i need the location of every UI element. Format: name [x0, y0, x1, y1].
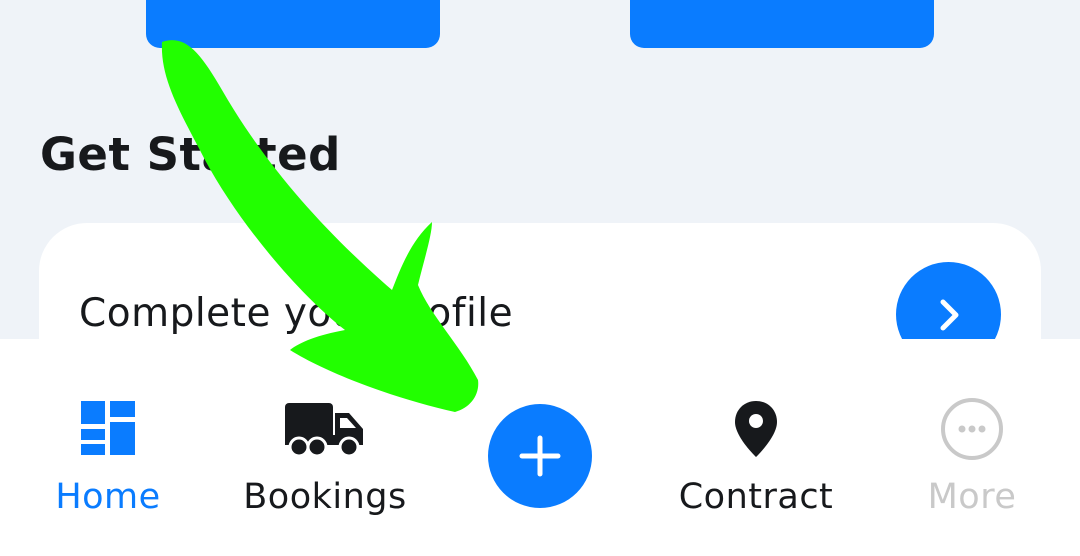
tab-contract-label: Contract: [678, 477, 834, 517]
tab-home[interactable]: Home: [28, 339, 188, 539]
quick-action-button-left[interactable]: [146, 0, 440, 48]
tab-bookings-label: Bookings: [243, 477, 407, 517]
tab-more[interactable]: More: [910, 339, 1034, 539]
app-screen: Get Started Complete your profile Home B…: [0, 0, 1080, 556]
section-title: Get Started: [40, 128, 341, 181]
tab-bookings[interactable]: Bookings: [230, 339, 420, 539]
add-button[interactable]: [488, 404, 592, 508]
tab-home-label: Home: [55, 477, 161, 517]
plus-icon: [519, 435, 561, 477]
quick-action-button-right[interactable]: [630, 0, 934, 48]
more-icon: [941, 398, 1003, 460]
map-pin-icon: [735, 401, 777, 457]
profile-card-label: Complete your profile: [79, 291, 514, 336]
truck-icon: [285, 403, 363, 458]
tab-contract[interactable]: Contract: [670, 339, 842, 539]
dashboard-icon: [81, 401, 135, 455]
tab-more-label: More: [927, 477, 1017, 517]
chevron-right-icon: [940, 299, 958, 330]
